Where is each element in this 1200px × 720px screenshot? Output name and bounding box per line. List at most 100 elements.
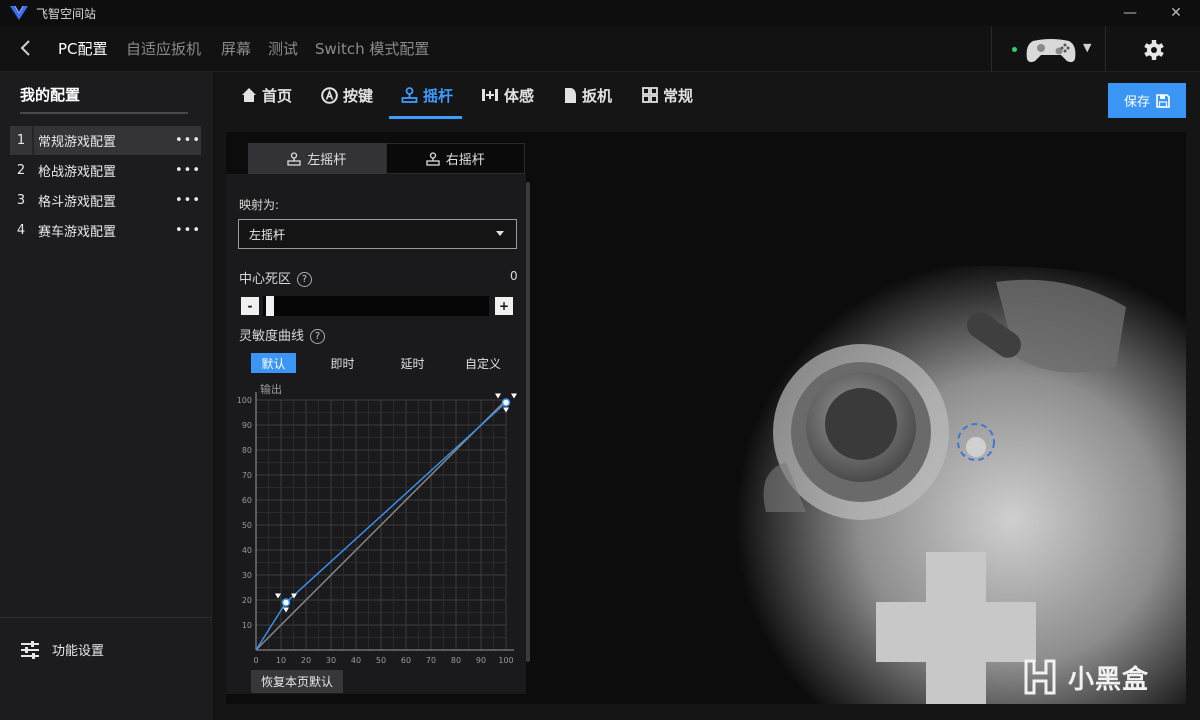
stick-selector: 左摇杆 右摇杆: [248, 143, 525, 174]
minimize-button[interactable]: —: [1112, 0, 1148, 26]
heading-underline: [20, 112, 188, 114]
deadzone-decrease-button[interactable]: -: [241, 297, 259, 315]
trigger-icon: [565, 87, 576, 103]
y-tick-label: 10: [242, 621, 252, 630]
tab-joystick[interactable]: 摇杆: [401, 84, 453, 106]
gear-icon[interactable]: [1140, 36, 1168, 64]
y-tick-label: 80: [242, 446, 252, 455]
x-tick-label: 30: [326, 656, 336, 665]
nav-adaptive-trigger[interactable]: 自适应扳机: [126, 38, 201, 59]
nav-pc-config[interactable]: PC配置: [58, 38, 108, 59]
y-tick-label: 90: [242, 421, 252, 430]
tab-right-stick[interactable]: 右摇杆: [385, 143, 525, 174]
back-arrow-icon[interactable]: [16, 38, 36, 58]
curve-option-custom[interactable]: 自定义: [458, 353, 508, 373]
nav-test[interactable]: 测试: [268, 38, 298, 59]
curve-option-default[interactable]: 默认: [251, 353, 296, 373]
profile-item[interactable]: 3 格斗游戏配置 •••: [10, 186, 201, 215]
reset-page-defaults-button[interactable]: 恢复本页默认: [251, 670, 343, 693]
app-window: 飞智空间站 — ✕ PC配置 自适应扳机 屏幕 测试 Switch 模式配置 ▼: [0, 0, 1200, 720]
save-label: 保存: [1123, 95, 1150, 110]
more-options-icon[interactable]: •••: [175, 133, 201, 148]
dropdown-arrow-icon: [496, 231, 504, 236]
profile-separator: [32, 156, 34, 185]
profile-item[interactable]: 2 枪战游戏配置 •••: [10, 156, 201, 185]
tab-motion[interactable]: 体感: [481, 84, 534, 106]
controller-icon: [1026, 39, 1076, 63]
save-button[interactable]: 保存: [1108, 83, 1186, 118]
help-icon[interactable]: ?: [297, 272, 313, 287]
nav-screen[interactable]: 屏幕: [221, 38, 251, 59]
y-tick-label: 40: [242, 546, 252, 555]
profile-item[interactable]: 1 常规游戏配置 •••: [10, 126, 201, 155]
deadzone-slider[interactable]: [263, 296, 489, 316]
device-selector[interactable]: ▼: [991, 26, 1106, 72]
x-tick-label: 50: [376, 656, 386, 665]
curve-option-instant[interactable]: 即时: [320, 353, 365, 373]
mapping-value: 左摇杆: [249, 227, 286, 242]
sidebar-heading: 我的配置: [20, 86, 81, 104]
tab-buttons[interactable]: 按键: [321, 84, 373, 106]
profile-number: 3: [16, 193, 26, 208]
right-stick-label: 右摇杆: [445, 153, 485, 168]
function-settings-button[interactable]: 功能设置: [20, 640, 104, 659]
tab-left-stick[interactable]: 左摇杆: [248, 143, 386, 174]
x-tick-label: 40: [351, 656, 361, 665]
tab-label: 首页: [262, 86, 293, 105]
tab-label: 体感: [504, 86, 535, 105]
profile-number: 1: [16, 133, 26, 148]
title-bar: 飞智空间站 — ✕: [0, 0, 1200, 26]
profile-number: 4: [16, 223, 26, 238]
y-tick-label: 30: [242, 571, 252, 580]
sensitivity-label: 灵敏度曲线: [239, 329, 305, 344]
x-tick-label: 10: [276, 656, 286, 665]
deadzone-slider-thumb[interactable]: [266, 296, 274, 316]
curve-handle: [501, 398, 511, 407]
heybox-logo-icon: [1024, 659, 1056, 695]
x-tick-label: 100: [498, 656, 513, 665]
handle-arrow-icon: [495, 393, 501, 399]
x-tick-label: 0: [253, 656, 258, 665]
sidebar-divider: [0, 617, 212, 618]
curve-option-delay[interactable]: 延时: [390, 353, 435, 373]
tab-label: 摇杆: [423, 86, 454, 105]
profile-name: 格斗游戏配置: [38, 195, 117, 210]
tab-trigger[interactable]: 扳机: [563, 84, 612, 106]
profile-separator: [32, 186, 34, 215]
floppy-disk-icon: [1156, 93, 1170, 108]
profile-name: 枪战游戏配置: [38, 165, 117, 180]
settings-scrollbar[interactable]: [526, 182, 530, 662]
profile-name: 常规游戏配置: [38, 135, 117, 150]
x-tick-label: 70: [426, 656, 436, 665]
handle-arrow-icon: [511, 393, 517, 399]
more-options-icon[interactable]: •••: [175, 163, 201, 178]
close-button[interactable]: ✕: [1158, 0, 1194, 26]
tab-label: 常规: [663, 86, 694, 105]
y-tick-label: 50: [242, 521, 252, 530]
tab-label: 按键: [343, 86, 374, 105]
mapping-select[interactable]: 左摇杆: [238, 219, 517, 249]
more-options-icon[interactable]: •••: [175, 223, 201, 238]
home-icon: [242, 88, 256, 102]
profile-separator: [32, 216, 34, 245]
deadzone-label: 中心死区: [239, 272, 292, 287]
joystick-icon: [401, 87, 418, 103]
close-icon: ✕: [1170, 5, 1182, 21]
x-tick-label: 80: [451, 656, 461, 665]
x-tick-label: 90: [476, 656, 486, 665]
tab-home[interactable]: 首页: [241, 84, 292, 106]
y-tick-label: 100: [237, 396, 252, 405]
profile-item[interactable]: 4 赛车游戏配置 •••: [10, 216, 201, 245]
deadzone-increase-button[interactable]: +: [495, 297, 513, 315]
left-stick-label: 左摇杆: [307, 153, 347, 168]
motion-icon: [482, 89, 498, 101]
function-settings-label: 功能设置: [52, 644, 105, 659]
help-icon[interactable]: ?: [310, 329, 326, 344]
curve-handle: [281, 598, 291, 607]
sensitivity-curve-chart[interactable]: 输出 0 10 20 30 40 50 60 70 80 90 100 10 20 30 40 50 60 70 8…: [236, 380, 526, 670]
more-options-icon[interactable]: •••: [175, 193, 201, 208]
y-tick-label: 70: [242, 471, 252, 480]
deadzone-value: 0: [510, 269, 518, 283]
nav-switch-mode[interactable]: Switch 模式配置: [315, 38, 429, 59]
tab-general[interactable]: 常规: [642, 84, 693, 106]
